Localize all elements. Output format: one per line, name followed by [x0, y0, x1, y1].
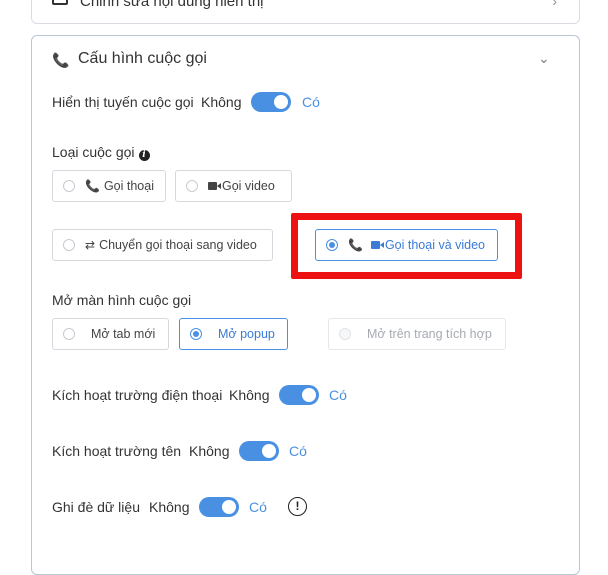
call-type-option-voice-to-video[interactable]: ⇄ Chuyển gọi thoại sang video — [52, 229, 273, 261]
display-icon — [52, 0, 68, 5]
collapsed-section-title: Chỉnh sửa nội dung hiển thị — [80, 0, 264, 10]
enable-name-field-toggle[interactable] — [239, 441, 279, 461]
phone-icon: 📞 — [85, 179, 100, 193]
collapsed-section-display-content[interactable]: Chỉnh sửa nội dung hiển thị › — [31, 0, 580, 24]
radio-icon — [63, 180, 75, 192]
video-camera-icon — [208, 182, 221, 190]
open-call-screen-option-integration-page[interactable]: Mở trên trang tích hợp — [328, 318, 506, 350]
phone-icon: 📞 — [52, 52, 70, 68]
open-call-screen-label: Mở màn hình cuộc gọi — [52, 292, 192, 308]
chevron-down-icon[interactable]: ⌄ — [538, 50, 550, 67]
call-type-option-voice[interactable]: 📞 Gọi thoại — [52, 170, 166, 202]
section-title: Cấu hình cuộc gọi — [78, 50, 207, 67]
overwrite-data-toggle[interactable] — [199, 497, 239, 517]
radio-icon — [63, 328, 75, 340]
chevron-right-icon[interactable]: › — [552, 0, 557, 9]
open-call-screen-option-popup[interactable]: Mở popup — [179, 318, 288, 350]
call-type-label: Loại cuộc gọi i — [52, 144, 150, 161]
swap-icon: ⇄ — [85, 238, 96, 252]
call-type-option-video[interactable]: Gọi video — [175, 170, 292, 202]
enable-phone-field-off-label: Không — [229, 387, 270, 403]
exclamation-icon[interactable]: ! — [288, 497, 307, 516]
show-call-route-label: Hiển thị tuyến cuộc gọi — [52, 94, 194, 110]
overwrite-data-on-label: Có — [249, 499, 267, 515]
radio-icon — [63, 239, 75, 251]
radio-icon — [186, 180, 198, 192]
enable-name-field-on-label: Có — [289, 443, 307, 459]
enable-name-field-label: Kích hoạt trường tên — [52, 443, 182, 459]
radio-icon — [339, 328, 351, 340]
show-call-route-toggle[interactable] — [251, 92, 291, 112]
open-call-screen-option-new-tab[interactable]: Mở tab mới — [52, 318, 169, 350]
info-icon[interactable]: i — [138, 150, 150, 161]
enable-name-field-off-label: Không — [189, 443, 230, 459]
enable-phone-field-label: Kích hoạt trường điện thoại — [52, 387, 223, 403]
show-call-route-off-label: Không — [201, 94, 242, 110]
radio-icon — [190, 328, 202, 340]
overwrite-data-label: Ghi đè dữ liệu — [52, 499, 140, 515]
overwrite-data-off-label: Không — [149, 499, 190, 515]
enable-phone-field-on-label: Có — [329, 387, 347, 403]
show-call-route-on-label: Có — [302, 94, 320, 110]
red-highlight-box — [291, 213, 522, 279]
enable-phone-field-toggle[interactable] — [279, 385, 319, 405]
